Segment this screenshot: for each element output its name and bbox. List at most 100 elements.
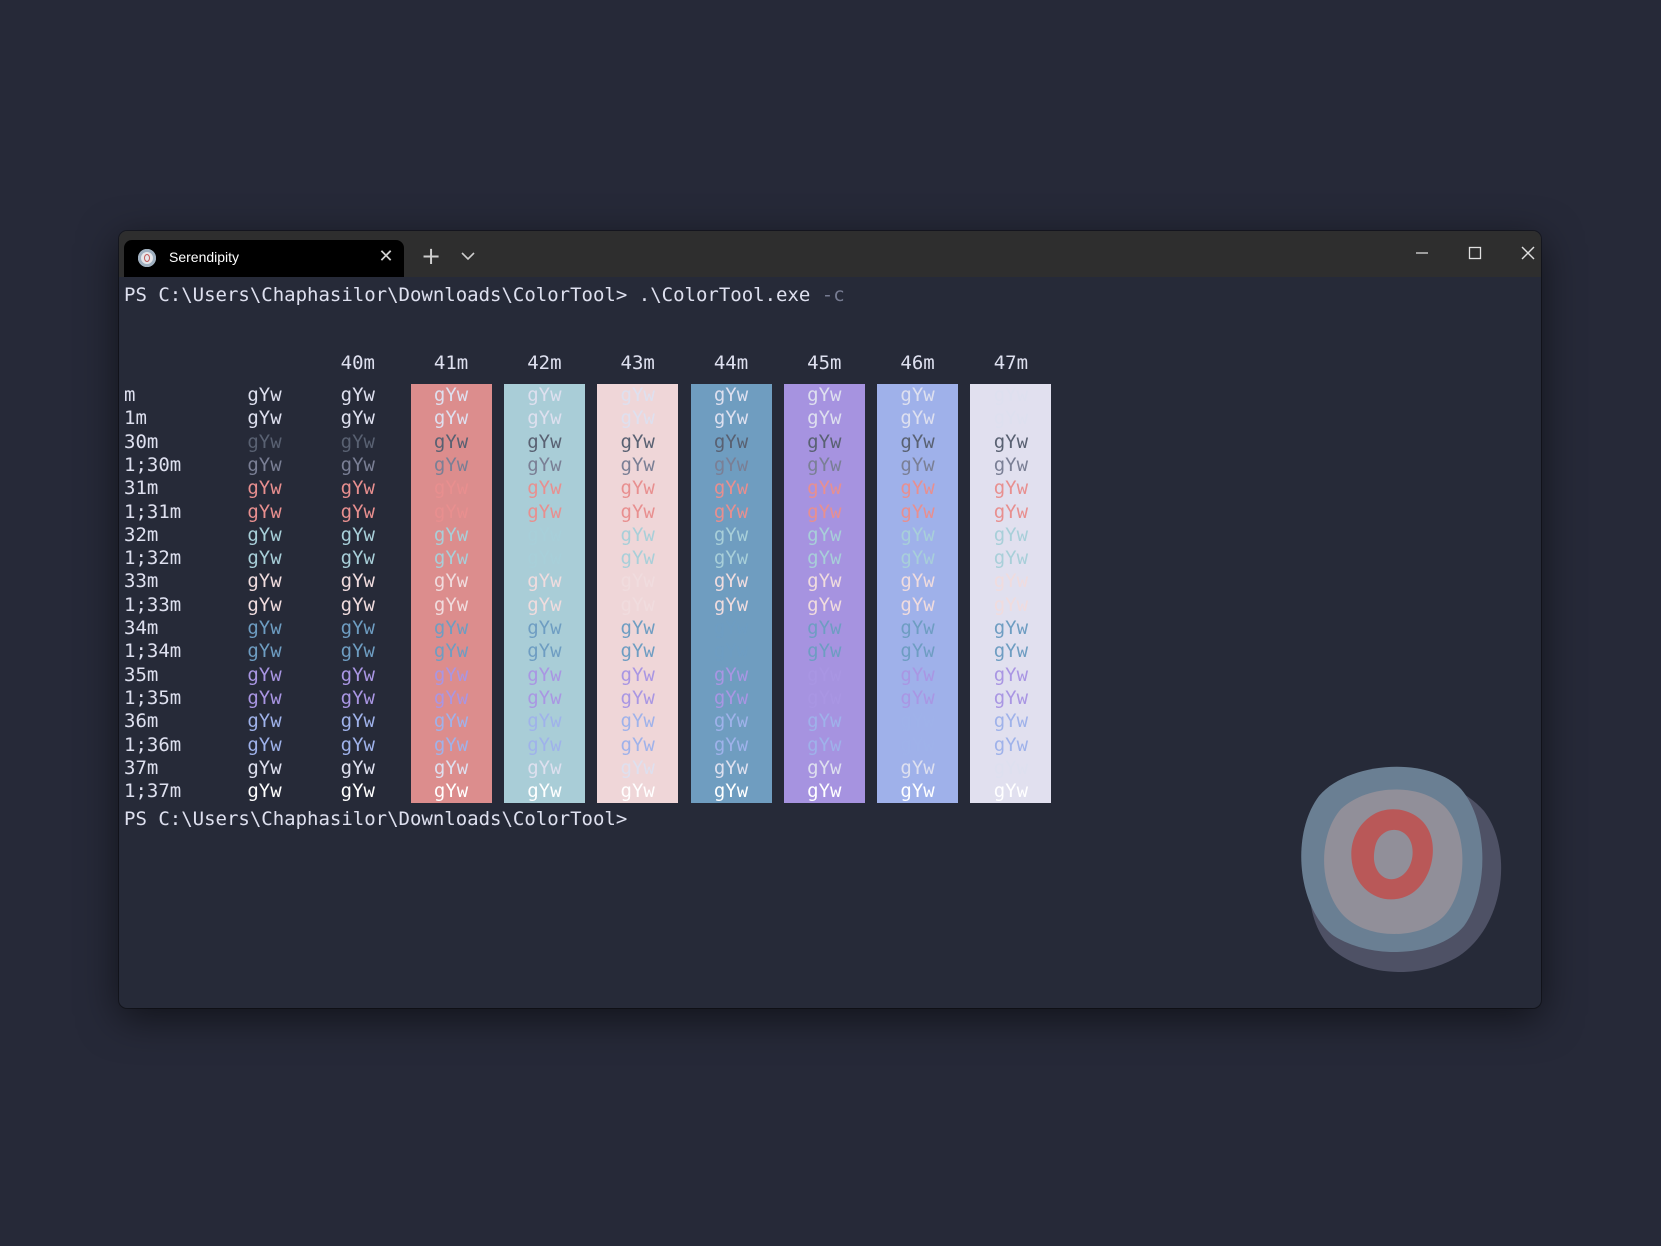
sample-cell: gYw bbox=[993, 477, 1029, 500]
close-icon[interactable] bbox=[1511, 239, 1541, 267]
sample-cell: gYw bbox=[620, 663, 655, 686]
sample-cell: gYw bbox=[433, 663, 469, 686]
sample-cell: gYw bbox=[993, 733, 1029, 756]
command-flag: -c bbox=[810, 284, 845, 306]
sample-cell: gYw bbox=[993, 547, 1029, 570]
serendipity-logo bbox=[1301, 766, 1502, 973]
sample-cell: gYw bbox=[993, 710, 1029, 733]
sample-cell: gYw bbox=[527, 500, 562, 523]
sample-cell: gYw bbox=[713, 710, 749, 733]
sample-cell: gYw bbox=[433, 500, 469, 523]
sample-cell: gYw bbox=[527, 453, 562, 476]
maximize-icon[interactable] bbox=[1458, 239, 1492, 267]
sample-cell: gYw bbox=[807, 640, 842, 663]
minimize-icon[interactable] bbox=[1405, 239, 1439, 267]
sample-cell: gYw bbox=[807, 453, 842, 476]
sample-cell: gYw bbox=[433, 547, 469, 570]
sample-cell: gYw bbox=[713, 570, 749, 593]
bg-header: 45m bbox=[807, 352, 842, 374]
sample-cell: gYw bbox=[993, 663, 1029, 686]
sample-cell: gYw bbox=[527, 710, 562, 733]
tab-serendipity[interactable]: Serendipity ✕ bbox=[124, 240, 404, 277]
sample-cell: gYw bbox=[620, 547, 655, 570]
sample-cell: gYw bbox=[620, 733, 655, 756]
sample-cell: gYw bbox=[247, 617, 282, 639]
row-label: 32m bbox=[124, 523, 159, 546]
sample-cell: gYw bbox=[340, 407, 375, 430]
sample-cell: gYw bbox=[807, 500, 842, 523]
sample-cell: gYw bbox=[713, 384, 749, 406]
new-tab-plus-icon[interactable]: + bbox=[419, 244, 443, 269]
sample-cell: gYw bbox=[433, 430, 469, 453]
sample-cell: gYw bbox=[993, 780, 1029, 803]
tab-close-icon[interactable]: ✕ bbox=[376, 246, 396, 268]
sample-cell: gYw bbox=[713, 640, 749, 663]
sample-cell: gYw bbox=[433, 453, 469, 476]
sample-cell: gYw bbox=[340, 453, 375, 476]
row-label: 1;31m bbox=[124, 500, 182, 523]
sample-cell: gYw bbox=[993, 430, 1029, 453]
row-label: 1;30m bbox=[124, 453, 182, 476]
sample-cell: gYw bbox=[527, 663, 562, 686]
sample-cell: gYw bbox=[340, 384, 375, 406]
sample-cell: gYw bbox=[340, 640, 375, 663]
bg-header: 42m bbox=[527, 352, 562, 374]
sample-cell: gYw bbox=[713, 617, 749, 639]
terminal-output[interactable]: PS C:\Users\Chaphasilor\Downloads\ColorT… bbox=[124, 281, 1224, 830]
sample-cell: gYw bbox=[900, 756, 935, 779]
tab-title: Serendipity bbox=[169, 249, 240, 265]
sample-cell: gYw bbox=[993, 756, 1029, 779]
sample-cell: gYw bbox=[527, 570, 562, 593]
sample-cell: gYw bbox=[900, 617, 935, 639]
sample-cell: gYw bbox=[807, 477, 842, 500]
chevron-down-icon[interactable] bbox=[460, 249, 476, 263]
sample-cell: gYw bbox=[433, 384, 469, 406]
sample-cell: gYw bbox=[807, 430, 842, 453]
sample-cell: gYw bbox=[807, 733, 842, 756]
sample-cell: gYw bbox=[807, 686, 842, 709]
sample-cell: gYw bbox=[433, 407, 469, 430]
sample-cell: gYw bbox=[807, 756, 842, 779]
sample-cell: gYw bbox=[433, 686, 469, 709]
sample-cell: gYw bbox=[340, 500, 375, 523]
sample-cell: gYw bbox=[993, 570, 1029, 593]
sample-cell: gYw bbox=[713, 523, 749, 546]
sample-cell: gYw bbox=[247, 640, 282, 663]
sample-cell: gYw bbox=[900, 384, 935, 406]
sample-cell: gYw bbox=[900, 640, 935, 663]
sample-cell: gYw bbox=[340, 570, 375, 593]
sample-cell: gYw bbox=[713, 663, 749, 686]
sample-cell: gYw bbox=[433, 523, 469, 546]
sample-cell: gYw bbox=[807, 780, 842, 803]
bg-header: 46m bbox=[900, 352, 935, 374]
sample-cell: gYw bbox=[620, 477, 655, 500]
sample-cell: gYw bbox=[807, 710, 842, 733]
sample-cell: gYw bbox=[993, 593, 1029, 616]
sample-cell: gYw bbox=[620, 756, 655, 779]
sample-cell: gYw bbox=[620, 640, 655, 663]
row-label: 1m bbox=[124, 407, 147, 430]
sample-cell: gYw bbox=[247, 453, 282, 476]
sample-cell: gYw bbox=[620, 710, 655, 733]
sample-cell: gYw bbox=[807, 547, 842, 570]
sample-cell: gYw bbox=[900, 407, 935, 430]
sample-cell: gYw bbox=[620, 384, 655, 406]
sample-cell: gYw bbox=[527, 617, 562, 639]
sample-cell: gYw bbox=[247, 756, 282, 779]
sample-cell: gYw bbox=[247, 407, 282, 430]
sample-cell: gYw bbox=[247, 500, 282, 523]
sample-cell: gYw bbox=[807, 384, 842, 406]
sample-cell: gYw bbox=[900, 453, 935, 476]
row-label: 37m bbox=[124, 756, 159, 779]
sample-cell: gYw bbox=[620, 453, 655, 476]
sample-cell: gYw bbox=[527, 640, 562, 663]
sample-cell: gYw bbox=[527, 477, 562, 500]
sample-cell: gYw bbox=[993, 617, 1029, 639]
sample-cell: gYw bbox=[527, 407, 562, 430]
row-label: 1;34m bbox=[124, 640, 182, 663]
sample-cell: gYw bbox=[900, 710, 935, 733]
bg-header: 41m bbox=[433, 352, 469, 374]
sample-cell: gYw bbox=[807, 570, 842, 593]
prompt-line: PS C:\Users\Chaphasilor\Downloads\ColorT… bbox=[124, 808, 628, 830]
sample-cell: gYw bbox=[993, 500, 1029, 523]
